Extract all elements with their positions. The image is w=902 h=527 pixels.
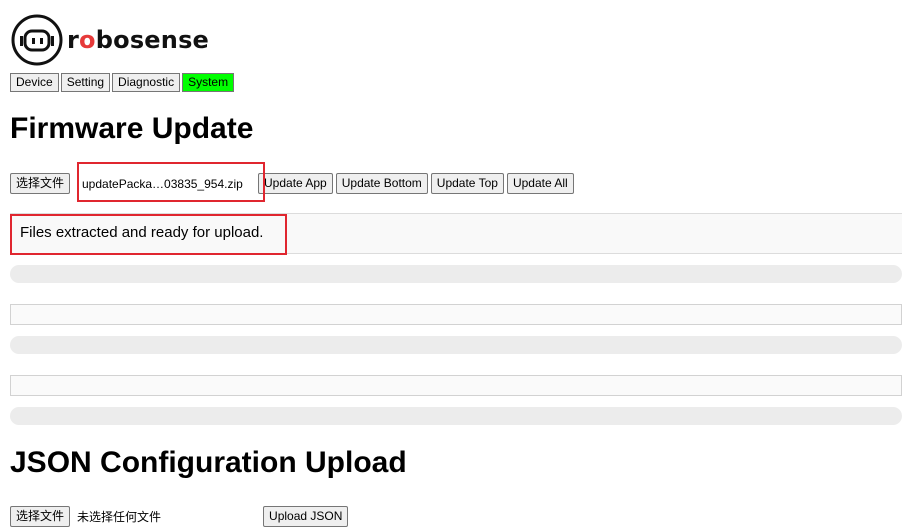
log-box-bottom [10, 304, 902, 325]
firmware-file-name: updatePacka…03835_954.zip [82, 177, 243, 191]
update-app-button[interactable]: Update App [258, 173, 333, 194]
progress-bar-app [10, 265, 902, 283]
progress-bar-bottom [10, 336, 902, 354]
brand-name: robosense [67, 26, 210, 54]
tab-device[interactable]: Device [10, 73, 59, 92]
main-nav: Device Setting Diagnostic System [10, 73, 235, 92]
firmware-update-title: Firmware Update [10, 112, 254, 145]
update-all-button[interactable]: Update All [506, 173, 574, 194]
json-file-status: 未选择任何文件 [77, 510, 162, 524]
robosense-logo: robosense [10, 14, 210, 65]
status-message: Files extracted and ready for upload. [20, 224, 264, 241]
firmware-choose-file-button[interactable]: 选择文件 [10, 173, 71, 194]
tab-diagnostic[interactable]: Diagnostic [112, 73, 181, 92]
update-top-button[interactable]: Update Top [430, 173, 504, 194]
json-choose-file-button[interactable]: 选择文件 [10, 506, 71, 527]
upload-json-button[interactable]: Upload JSON [263, 506, 349, 527]
robot-logo-icon [11, 14, 63, 65]
json-upload-title: JSON Configuration Upload [10, 446, 407, 479]
json-controls: 选择文件 未选择任何文件 Upload JSON [10, 506, 349, 527]
tab-system[interactable]: System [182, 73, 235, 92]
progress-bar-top [10, 407, 902, 425]
tab-setting[interactable]: Setting [60, 73, 111, 92]
log-box-top [10, 375, 902, 396]
update-bottom-button[interactable]: Update Bottom [335, 173, 428, 194]
